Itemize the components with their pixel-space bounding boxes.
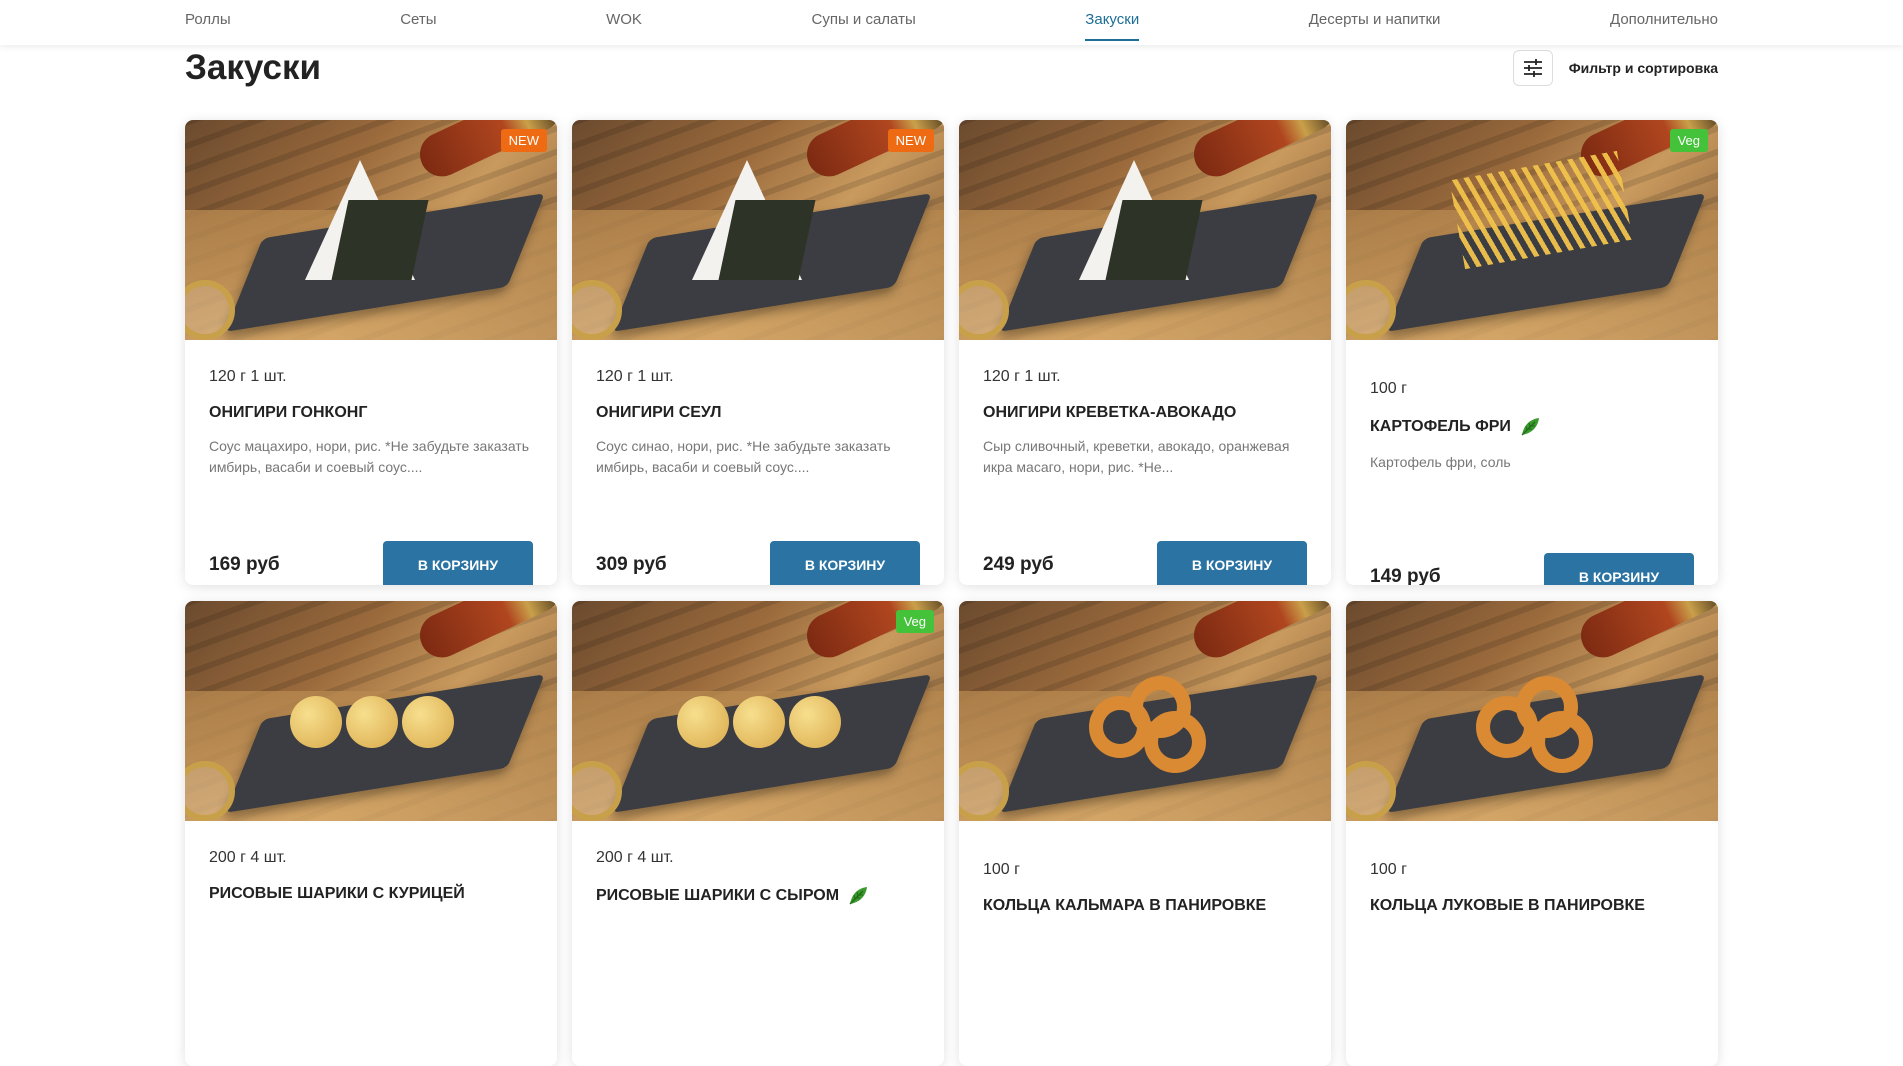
product-weight: 200 г 4 шт. [596, 849, 674, 866]
product-name[interactable]: ОНИГИРИ СЕУЛ [596, 404, 721, 422]
add-to-cart-button[interactable]: В КОРЗИНУ [770, 541, 920, 585]
add-to-cart-button[interactable]: В КОРЗИНУ [383, 541, 533, 585]
product-description: Сыр сливочный, креветки, авокадо, оранже… [983, 438, 1290, 475]
product-name-row[interactable]: РИСОВЫЕ ШАРИКИ С КУРИЦЕЙ [209, 885, 533, 903]
product-grid: NEW 120 г 1 шт. ОНИГИРИ ГОНКОНГ Соус мацахи… [185, 120, 1718, 1066]
product-badge: Veg [1669, 129, 1708, 152]
page-title: Закуски [185, 48, 322, 87]
leaf-icon [1521, 418, 1539, 436]
product-description: Соус мацахиро, нори, рис. *Не забудьте з… [209, 438, 530, 475]
product-name[interactable]: РИСОВЫЕ ШАРИКИ С КУРИЦЕЙ [209, 885, 465, 903]
product-name[interactable]: РИСОВЫЕ ШАРИКИ С СЫРОМ [596, 887, 839, 905]
card-body: 200 г 4 шт. РИСОВЫЕ ШАРИКИ С КУРИЦЕЙ [185, 849, 557, 1066]
product-card[interactable]: 100 г КОЛЬЦА КАЛЬМАРА В ПАНИРОВКЕ [959, 601, 1331, 1066]
leaf-icon [849, 887, 868, 905]
add-to-cart-button[interactable]: В КОРЗИНУ [1157, 541, 1307, 585]
product-photo[interactable] [1346, 601, 1718, 821]
product-name-row[interactable]: КОЛЬЦА КАЛЬМАРА В ПАНИРОВКЕ [983, 897, 1307, 915]
product-photo[interactable] [185, 601, 557, 821]
product-name[interactable]: КОЛЬЦА ЛУКОВЫЕ В ПАНИРОВКЕ [1370, 897, 1645, 915]
product-weight: 100 г [1370, 380, 1407, 397]
nav-tab[interactable]: Дополнительно [1610, 0, 1718, 41]
product-photo[interactable] [959, 120, 1331, 340]
product-card[interactable]: Veg 100 г КАРТОФЕЛЬ ФРИ Картофель фри, соль… [1346, 120, 1718, 585]
card-body: 120 г 1 шт. ОНИГИРИ СЕУЛ Соус синао, нори,… [572, 368, 944, 585]
card-body: 100 г КОЛЬЦА ЛУКОВЫЕ В ПАНИРОВКЕ [1346, 861, 1718, 1066]
nav-tab[interactable]: Сеты [400, 0, 436, 41]
nav-tab[interactable]: Супы и салаты [812, 0, 916, 41]
card-footer: 249 руб В КОРЗИНУ [983, 541, 1307, 585]
product-price: 149 руб [1370, 566, 1441, 585]
product-description: Соус синао, нори, рис. *Не забудьте зака… [596, 438, 891, 475]
product-name-row[interactable]: ОНИГИРИ КРЕВЕТКА-АВОКАДО [983, 404, 1307, 422]
card-body: 120 г 1 шт. ОНИГИРИ ГОНКОНГ Соус мацахиро,… [185, 368, 557, 585]
product-name-row[interactable]: РИСОВЫЕ ШАРИКИ С СЫРОМ [596, 885, 920, 907]
card-footer: 149 руб В КОРЗИНУ [1370, 553, 1694, 585]
product-card[interactable]: 100 г КОЛЬЦА ЛУКОВЫЕ В ПАНИРОВКЕ [1346, 601, 1718, 1066]
product-description: Картофель фри, соль [1370, 454, 1511, 470]
product-photo-food [677, 696, 847, 756]
product-price: 169 руб [209, 554, 280, 575]
product-badge: NEW [887, 129, 934, 152]
product-price: 249 руб [983, 554, 1054, 575]
nav-tab[interactable]: Закуски [1085, 0, 1140, 41]
filter-button[interactable] [1512, 50, 1553, 86]
product-photo-food [1079, 160, 1189, 280]
card-footer: 169 руб В КОРЗИНУ [209, 541, 533, 585]
product-weight: 120 г 1 шт. [209, 368, 287, 385]
product-name[interactable]: ОНИГИРИ КРЕВЕТКА-АВОКАДО [983, 404, 1236, 422]
category-tabs: Роллы Сеты WOK Супы и салаты Закуски Десерты … [185, 0, 1718, 45]
product-photo[interactable] [959, 601, 1331, 821]
product-weight: 100 г [983, 861, 1020, 878]
filter-sort[interactable]: Фильтр и сортировка [1512, 50, 1718, 86]
product-badge: Veg [895, 610, 934, 633]
product-weight: 100 г [1370, 861, 1407, 878]
card-footer: 309 руб В КОРЗИНУ [596, 541, 920, 585]
product-photo-food [290, 696, 460, 756]
nav-tab[interactable]: Десерты и напитки [1309, 0, 1441, 41]
product-photo-food [1476, 676, 1606, 776]
nav-tab[interactable]: Роллы [185, 0, 231, 41]
top-navigation: Роллы Сеты WOK Супы и салаты Закуски Десерты … [0, 0, 1903, 45]
product-weight: 120 г 1 шт. [596, 368, 674, 385]
sliders-icon [1523, 59, 1542, 77]
product-card[interactable]: 120 г 1 шт. ОНИГИРИ КРЕВЕТКА-АВОКАДО Сыр с… [959, 120, 1331, 585]
product-card[interactable]: NEW 120 г 1 шт. ОНИГИРИ СЕУЛ Соус синао, но… [572, 120, 944, 585]
product-name-row[interactable]: КОЛЬЦА ЛУКОВЫЕ В ПАНИРОВКЕ [1370, 897, 1694, 915]
product-weight: 120 г 1 шт. [983, 368, 1061, 385]
product-name[interactable]: КАРТОФЕЛЬ ФРИ [1370, 418, 1511, 436]
product-photo[interactable]: Veg [1346, 120, 1718, 340]
product-badge: NEW [500, 129, 547, 152]
product-photo-food [692, 160, 802, 280]
product-name-row[interactable]: ОНИГИРИ СЕУЛ [596, 404, 920, 422]
card-body: 200 г 4 шт. РИСОВЫЕ ШАРИКИ С СЫРОМ [572, 849, 944, 1066]
card-body: 100 г КОЛЬЦА КАЛЬМАРА В ПАНИРОВКЕ [959, 861, 1331, 1066]
product-price: 309 руб [596, 554, 667, 575]
product-name[interactable]: КОЛЬЦА КАЛЬМАРА В ПАНИРОВКЕ [983, 897, 1266, 915]
product-name-row[interactable]: ОНИГИРИ ГОНКОНГ [209, 404, 533, 422]
nav-tab[interactable]: WOK [606, 0, 642, 41]
product-weight: 200 г 4 шт. [209, 849, 287, 866]
product-card[interactable]: 200 г 4 шт. РИСОВЫЕ ШАРИКИ С КУРИЦЕЙ [185, 601, 557, 1066]
product-name-row[interactable]: КАРТОФЕЛЬ ФРИ [1370, 416, 1694, 438]
filter-label[interactable]: Фильтр и сортировка [1569, 60, 1718, 76]
card-body: 100 г КАРТОФЕЛЬ ФРИ Картофель фри, соль 149… [1346, 380, 1718, 585]
product-name[interactable]: ОНИГИРИ ГОНКОНГ [209, 404, 367, 422]
product-photo[interactable]: NEW [185, 120, 557, 340]
product-photo-food [305, 160, 415, 280]
product-card[interactable]: Veg 200 г 4 шт. РИСОВЫЕ ШАРИКИ С СЫРОМ [572, 601, 944, 1066]
product-photo[interactable]: Veg [572, 601, 944, 821]
product-card[interactable]: NEW 120 г 1 шт. ОНИГИРИ ГОНКОНГ Соус мацахи… [185, 120, 557, 585]
product-photo-food [1089, 676, 1219, 776]
add-to-cart-button[interactable]: В КОРЗИНУ [1544, 553, 1694, 585]
product-photo[interactable]: NEW [572, 120, 944, 340]
card-body: 120 г 1 шт. ОНИГИРИ КРЕВЕТКА-АВОКАДО Сыр с… [959, 368, 1331, 585]
